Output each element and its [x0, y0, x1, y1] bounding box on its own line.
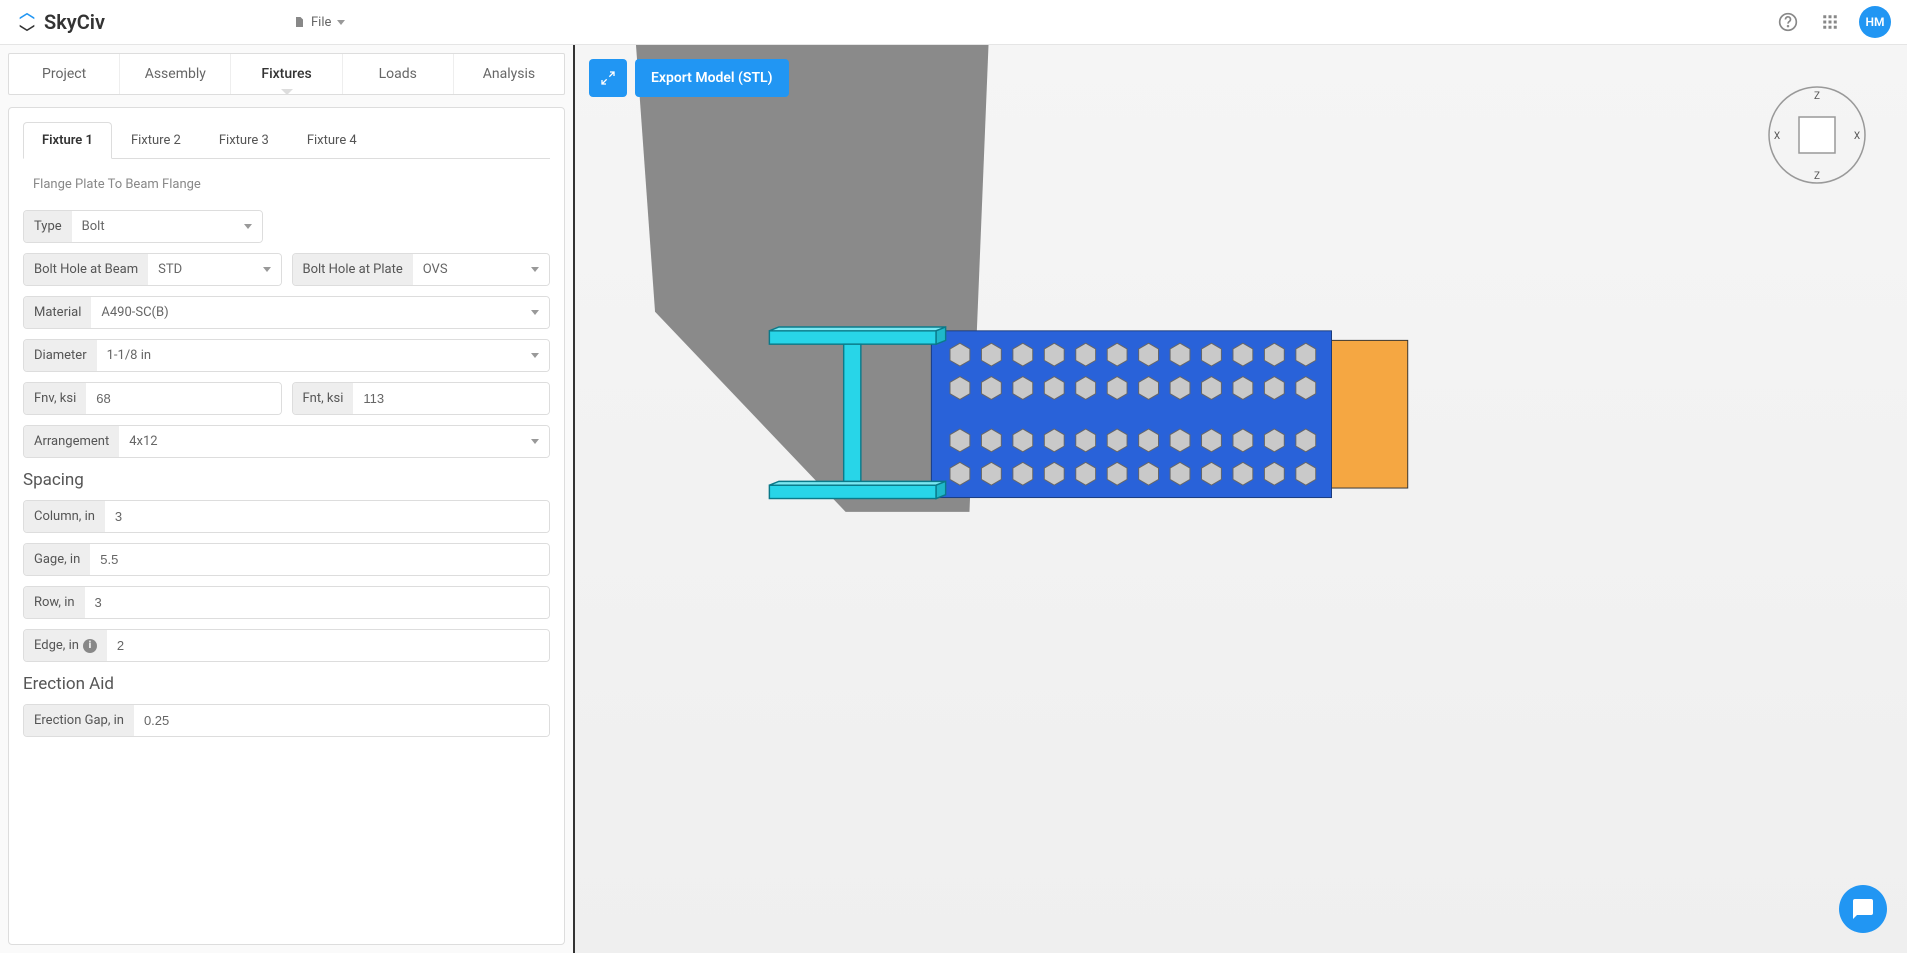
export-model-button[interactable]: Export Model (STL): [635, 59, 789, 97]
bolt-hole-plate-select[interactable]: OVS: [413, 254, 549, 285]
tab-fixtures[interactable]: Fixtures: [231, 54, 342, 94]
file-menu[interactable]: File: [285, 11, 353, 34]
material-label: Material: [24, 297, 91, 328]
fnv-input[interactable]: [96, 391, 270, 406]
fixture-description: Flange Plate To Beam Flange: [23, 171, 550, 198]
topbar: SkyCiv File HM: [0, 0, 1907, 45]
chevron-down-icon: [337, 20, 345, 25]
edge-label: Edge, ini: [24, 630, 107, 661]
file-icon: [293, 16, 305, 28]
brand-text: SkyCiv: [44, 10, 105, 34]
chat-icon: [1851, 897, 1875, 921]
tab-project[interactable]: Project: [9, 54, 120, 94]
bolt-hole-beam-value: STD: [158, 262, 182, 277]
spacing-title: Spacing: [23, 470, 550, 490]
gage-input[interactable]: [100, 552, 539, 567]
column-label: Column, in: [24, 501, 105, 532]
arrangement-value: 4x12: [129, 434, 157, 449]
apps-grid-icon: [1821, 13, 1839, 31]
expand-icon: [600, 70, 616, 86]
skyciv-logo-icon: [16, 11, 38, 33]
fixture-card: Fixture 1 Fixture 2 Fixture 3 Fixture 4 …: [8, 107, 565, 945]
chevron-down-icon: [244, 224, 252, 229]
erection-title: Erection Aid: [23, 674, 550, 694]
chevron-down-icon: [263, 267, 271, 272]
bolt-hole-beam-select[interactable]: STD: [148, 254, 280, 285]
left-panel: Project Assembly Fixtures Loads Analysis…: [0, 45, 575, 953]
viewport-3d[interactable]: Export Model (STL) Z Z X X: [575, 45, 1907, 953]
beam-end: [1322, 340, 1408, 488]
sub-tab-fixture-2[interactable]: Fixture 2: [112, 122, 200, 159]
type-select[interactable]: Bolt: [72, 211, 262, 242]
bolt-hole-plate-value: OVS: [423, 262, 448, 277]
erection-gap-label: Erection Gap, in: [24, 705, 134, 736]
brand-logo: SkyCiv: [16, 10, 105, 34]
material-value: A490-SC(B): [101, 305, 168, 320]
chevron-down-icon: [531, 267, 539, 272]
edge-input[interactable]: [117, 638, 539, 653]
diameter-select[interactable]: 1-1/8 in: [97, 340, 549, 371]
sub-tab-fixture-3[interactable]: Fixture 3: [200, 122, 288, 159]
material-select[interactable]: A490-SC(B): [91, 297, 549, 328]
row-label: Row, in: [24, 587, 85, 618]
chevron-down-icon: [531, 439, 539, 444]
info-icon[interactable]: i: [83, 639, 97, 653]
user-avatar[interactable]: HM: [1859, 6, 1891, 38]
bolt-hole-plate-label: Bolt Hole at Plate: [293, 254, 413, 285]
sub-tab-fixture-1[interactable]: Fixture 1: [23, 122, 112, 159]
type-label: Type: [24, 211, 72, 242]
tab-loads[interactable]: Loads: [343, 54, 454, 94]
type-value: Bolt: [82, 219, 105, 234]
main-tabs: Project Assembly Fixtures Loads Analysis: [8, 53, 565, 95]
file-menu-label: File: [311, 15, 331, 30]
erection-gap-input[interactable]: [144, 713, 539, 728]
sub-tab-fixture-4[interactable]: Fixture 4: [288, 122, 376, 159]
arrangement-label: Arrangement: [24, 426, 119, 457]
fnt-input[interactable]: [363, 391, 539, 406]
fnv-label: Fnv, ksi: [24, 383, 86, 414]
chevron-down-icon: [531, 310, 539, 315]
diameter-value: 1-1/8 in: [107, 348, 151, 363]
tab-analysis[interactable]: Analysis: [454, 54, 564, 94]
fixture-tabs: Fixture 1 Fixture 2 Fixture 3 Fixture 4: [23, 122, 550, 159]
tab-assembly[interactable]: Assembly: [120, 54, 231, 94]
model-render: [575, 45, 1907, 953]
arrangement-select[interactable]: 4x12: [119, 426, 549, 457]
chevron-down-icon: [531, 353, 539, 358]
diameter-label: Diameter: [24, 340, 97, 371]
help-button[interactable]: [1775, 9, 1801, 35]
fnt-label: Fnt, ksi: [293, 383, 354, 414]
gage-label: Gage, in: [24, 544, 90, 575]
bolt-hole-beam-label: Bolt Hole at Beam: [24, 254, 148, 285]
chat-button[interactable]: [1839, 885, 1887, 933]
column-input[interactable]: [115, 509, 539, 524]
help-icon: [1778, 12, 1798, 32]
expand-button[interactable]: [589, 59, 627, 97]
row-input[interactable]: [95, 595, 539, 610]
apps-button[interactable]: [1817, 9, 1843, 35]
